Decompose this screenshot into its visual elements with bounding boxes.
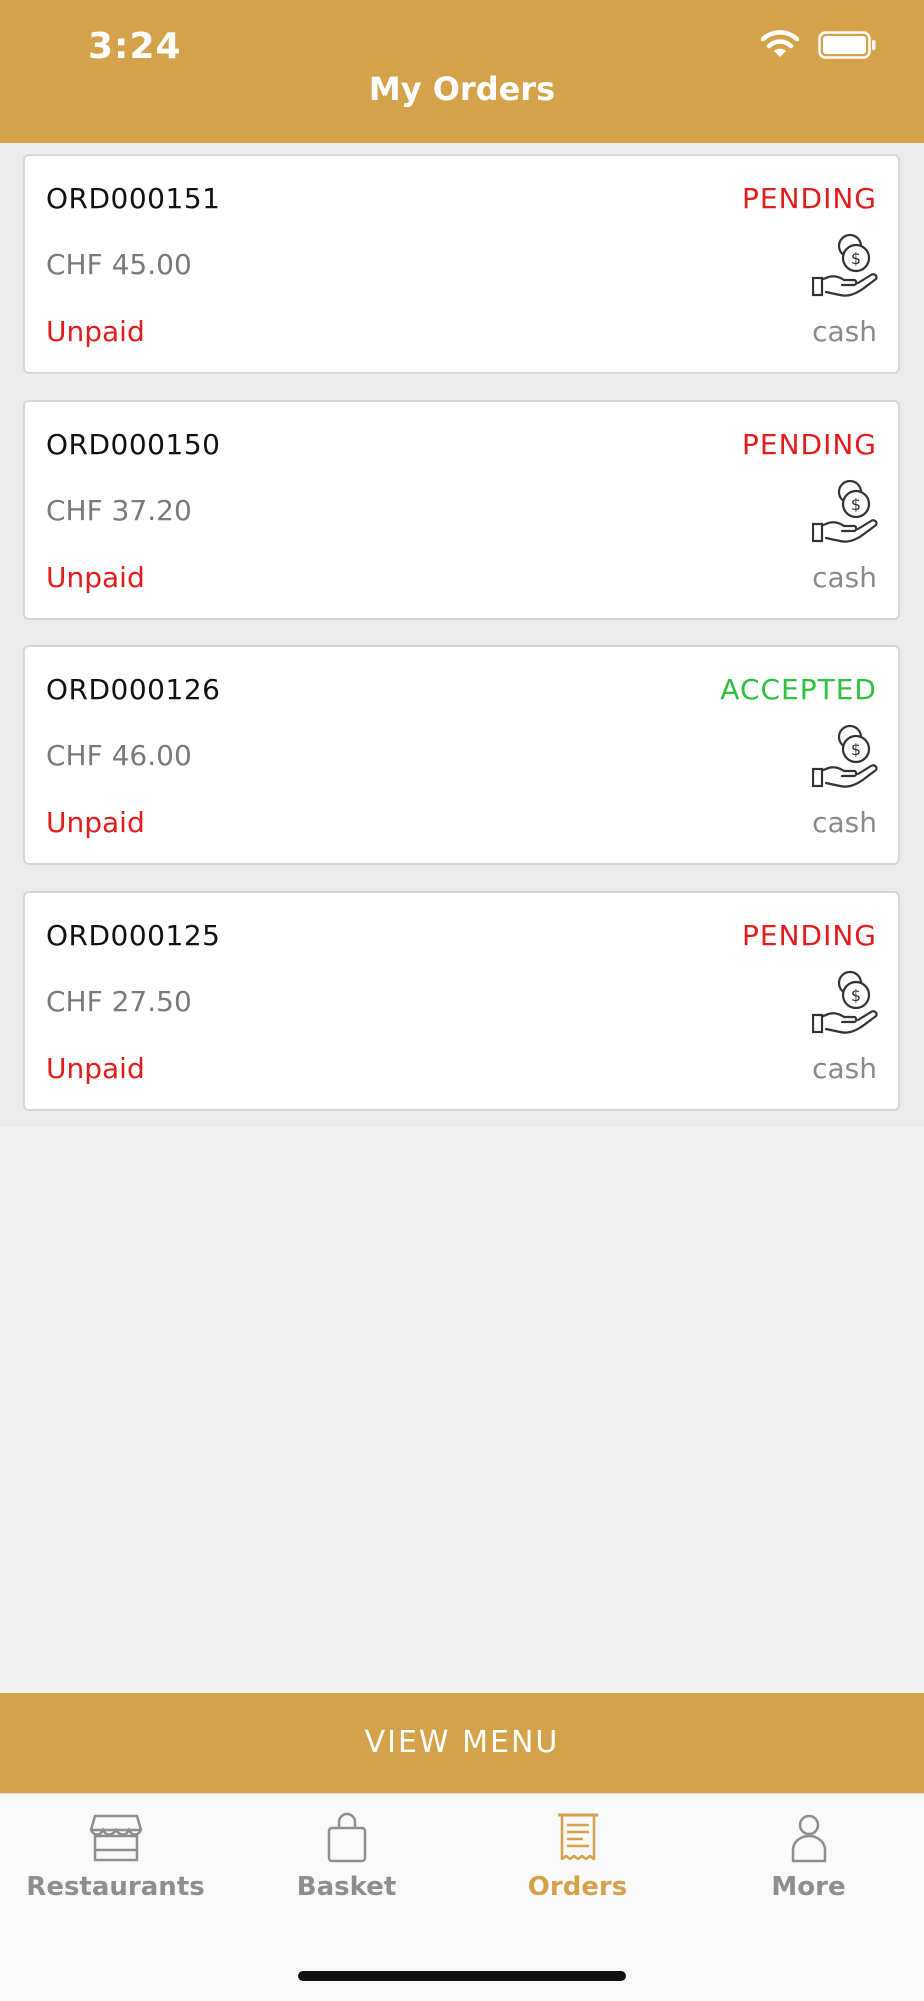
order-amount: CHF 46.00 <box>46 739 192 772</box>
svg-text:$: $ <box>851 986 861 1005</box>
svg-text:$: $ <box>851 495 861 514</box>
svg-text:$: $ <box>851 740 861 759</box>
order-status-badge: PENDING <box>742 428 877 461</box>
orders-list: ORD000151 PENDING CHF 45.00 Unpaid $ cas… <box>0 143 924 1127</box>
battery-icon <box>818 31 876 63</box>
payment-method: cash <box>812 1052 877 1085</box>
receipt-icon <box>557 1813 598 1861</box>
payment-method: cash <box>812 806 877 839</box>
order-card[interactable]: ORD000151 PENDING CHF 45.00 Unpaid $ cas… <box>23 154 900 374</box>
order-status-badge: PENDING <box>742 919 877 952</box>
order-payment-status: Unpaid <box>46 315 145 348</box>
order-amount: CHF 45.00 <box>46 248 192 281</box>
status-bar-time: 3:24 <box>88 26 182 67</box>
payment-method: cash <box>812 315 877 348</box>
order-card[interactable]: ORD000125 PENDING CHF 27.50 Unpaid $ cas… <box>23 891 900 1111</box>
order-id: ORD000125 <box>46 919 221 952</box>
order-status-badge: PENDING <box>742 182 877 215</box>
tab-restaurants[interactable]: Restaurants <box>0 1812 231 1902</box>
person-icon <box>791 1814 826 1863</box>
order-id: ORD000126 <box>46 673 221 706</box>
tab-bar: Restaurants Basket Orders More <box>0 1793 924 2001</box>
order-id: ORD000150 <box>46 428 221 461</box>
page-title: My Orders <box>368 70 556 108</box>
tab-label: Basket <box>296 1872 397 1902</box>
order-amount: CHF 27.50 <box>46 985 192 1018</box>
order-status-badge: ACCEPTED <box>720 673 877 706</box>
cash-in-hand-icon: $ <box>811 478 880 546</box>
tab-label: Restaurants <box>26 1872 205 1902</box>
cash-in-hand-icon: $ <box>811 232 880 300</box>
cash-in-hand-icon: $ <box>811 969 880 1037</box>
tab-more[interactable]: More <box>693 1812 924 1902</box>
view-menu-button[interactable]: VIEW MENU <box>0 1693 924 1793</box>
order-card[interactable]: ORD000150 PENDING CHF 37.20 Unpaid $ cas… <box>23 400 900 620</box>
tab-label: More <box>771 1872 846 1902</box>
tab-label: Orders <box>527 1872 628 1902</box>
order-payment-status: Unpaid <box>46 1052 145 1085</box>
payment-method: cash <box>812 561 877 594</box>
tab-orders[interactable]: Orders <box>462 1812 693 1902</box>
status-bar-icons <box>760 30 876 64</box>
order-id: ORD000151 <box>46 182 221 215</box>
wifi-icon <box>760 30 800 64</box>
tab-basket[interactable]: Basket <box>231 1812 462 1902</box>
home-indicator <box>298 1971 626 1981</box>
svg-text:$: $ <box>851 249 861 268</box>
order-payment-status: Unpaid <box>46 806 145 839</box>
app-header: 3:24 My Orders <box>0 0 924 143</box>
storefront-icon <box>89 1814 142 1862</box>
shopping-bag-icon <box>327 1812 366 1863</box>
order-payment-status: Unpaid <box>46 561 145 594</box>
order-amount: CHF 37.20 <box>46 494 192 527</box>
order-card[interactable]: ORD000126 ACCEPTED CHF 46.00 Unpaid $ ca… <box>23 645 900 865</box>
cash-in-hand-icon: $ <box>811 723 880 791</box>
